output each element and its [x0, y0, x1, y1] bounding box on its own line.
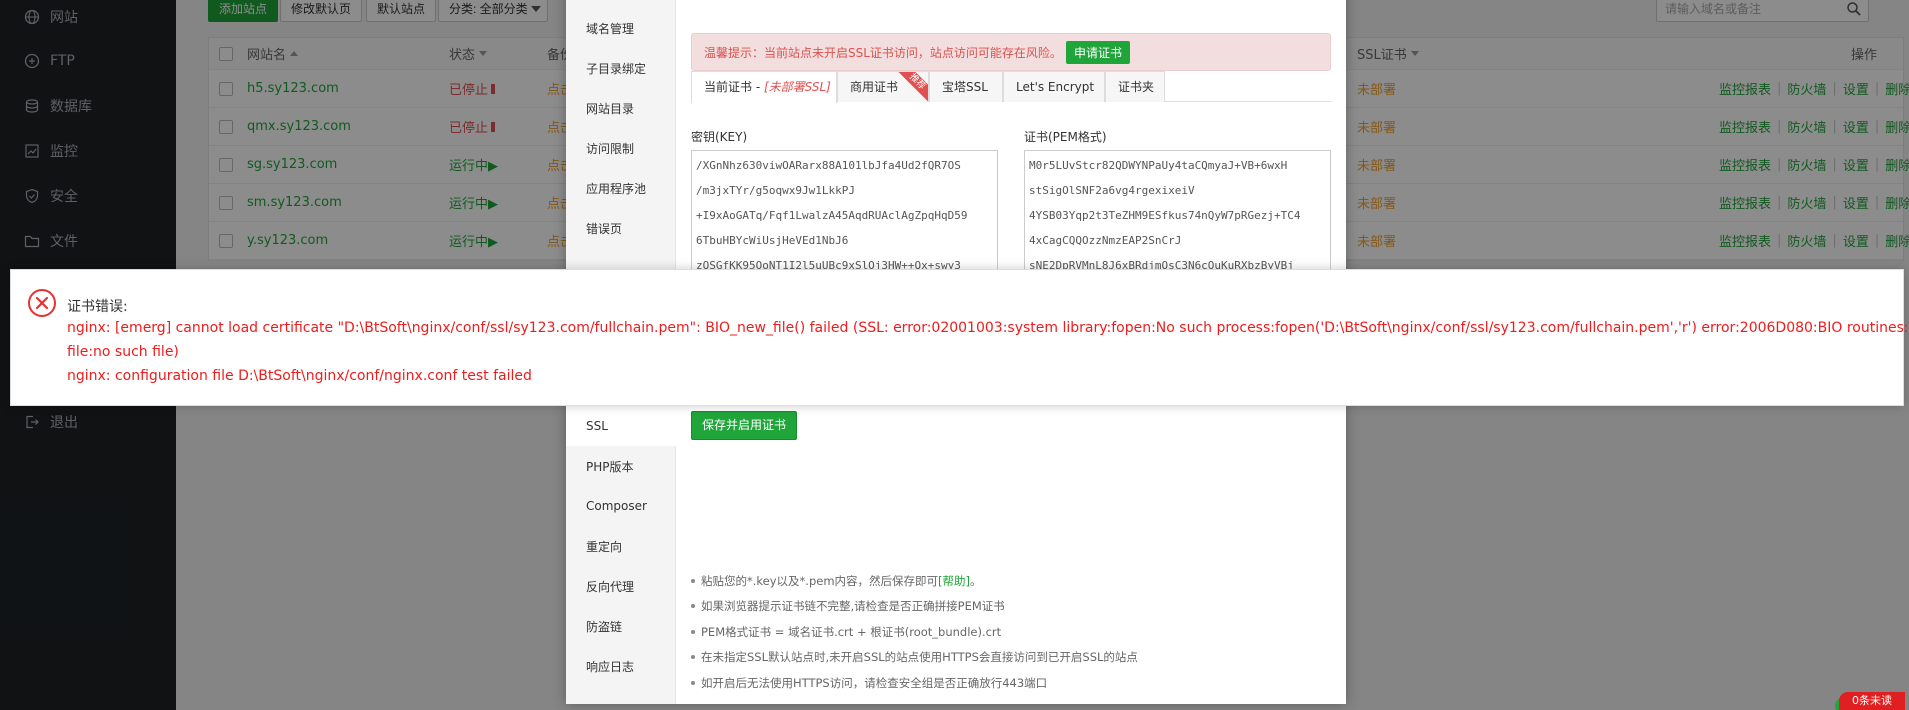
pem-label: 证书(PEM格式) [1024, 130, 1107, 144]
current-cert-status: [未部署SSL] [763, 80, 831, 94]
tab-cert-folder[interactable]: 证书夹 [1105, 71, 1165, 102]
tab-commercial-cert[interactable]: 商用证书 推荐 [837, 71, 929, 102]
help-list: 粘贴您的*.key以及*.pem内容，然后保存即可 [帮助]。如果浏览器提示证书链… [691, 568, 1331, 696]
help-item: PEM格式证书 = 域名证书.crt + 根证书(root_bundle).cr… [691, 619, 1331, 645]
pem-line: 4xCagCQQOzzNmzEAP2SnCrJ [1029, 234, 1182, 247]
cert-tabs: 当前证书 - [未部署SSL] 商用证书 推荐 宝塔SSL Let's Encr… [691, 71, 1331, 103]
key-line: +I9xAoGATq/Fqf1LwalzA45AqdRUAclAgZpqHqD5… [696, 209, 968, 222]
error-circle-x-icon [27, 288, 57, 318]
tab-letsencrypt[interactable]: Let's Encrypt [1003, 71, 1105, 102]
modal-menu-item-10[interactable]: 反向代理 [566, 566, 676, 606]
help-item: 如开启后无法使用HTTPS访问，请检查安全组是否正确放行443端口 [691, 670, 1331, 696]
pem-line: 4YSB03Yqp2t3TeZHM9ESfkus74nQyW7pRGezj+TC… [1029, 209, 1301, 222]
modal-menu-item-3[interactable]: 访问限制 [566, 128, 676, 168]
help-item: 在未指定SSL默认站点时,未开启SSL的站点使用HTTPS会直接访问到已开启SS… [691, 645, 1331, 671]
pem-line: stSigOlSNF2a6vg4rgexixeiV [1029, 184, 1195, 197]
help-link[interactable]: [帮助] [938, 573, 970, 589]
error-line-2: file:no such file) [67, 344, 179, 360]
unread-message-badge[interactable]: 0条未读 [1839, 692, 1905, 710]
error-line-3: nginx: configuration file D:\BtSoft\ngin… [67, 368, 532, 384]
bullet-icon [691, 604, 695, 609]
bullet-icon [691, 629, 695, 634]
pem-line: M0r5LUvStcr82QDWYNPaUy4taCQmyaJ+VB+6wxH [1029, 159, 1288, 172]
modal-menu-item-7[interactable]: PHP版本 [566, 446, 676, 486]
error-line-1: nginx: [emerg] cannot load certificate "… [67, 320, 1909, 336]
ssl-warning-tip: 温馨提示：当前站点未开启SSL证书访问，站点访问可能存在风险。 申请证书 [691, 33, 1331, 71]
modal-menu-item-5[interactable]: 错误页 [566, 208, 676, 248]
key-label: 密钥(KEY) [691, 130, 748, 144]
key-line: /m3jxTYr/g5oqwx9Jw1LkkPJ [696, 184, 855, 197]
bullet-icon [691, 680, 695, 685]
apply-cert-button[interactable]: 申请证书 [1065, 40, 1130, 64]
modal-menu-item-6[interactable]: SSL [566, 406, 676, 446]
modal-menu-item-8[interactable]: Composer [566, 486, 676, 526]
key-line: /XGnNhz630viwOARarx88A101lbJfa4Ud2fQR7OS [696, 159, 961, 172]
modal-menu-item-11[interactable]: 防盗链 [566, 606, 676, 646]
ssl-warning-text: 温馨提示：当前站点未开启SSL证书访问，站点访问可能存在风险。 [704, 45, 1062, 60]
modal-menu-item-12[interactable]: 响应日志 [566, 646, 676, 686]
cert-error-dialog: 证书错误: nginx: [emerg] cannot load certifi… [10, 269, 1909, 406]
modal-menu-item-0[interactable]: 域名管理 [566, 8, 676, 48]
modal-menu-item-2[interactable]: 网站目录 [566, 88, 676, 128]
bullet-icon [691, 655, 695, 660]
error-title: 证书错误: [67, 299, 128, 315]
modal-menu-item-4[interactable]: 应用程序池 [566, 168, 676, 208]
modal-menu-item-1[interactable]: 子目录绑定 [566, 48, 676, 88]
help-item: 如果浏览器提示证书链不完整,请检查是否正确拼接PEM证书 [691, 594, 1331, 620]
tab-current-cert[interactable]: 当前证书 - [未部署SSL] [691, 71, 837, 103]
save-enable-cert-button[interactable]: 保存并启用证书 [691, 411, 798, 440]
bullet-icon [691, 578, 695, 583]
help-item: 粘贴您的*.key以及*.pem内容，然后保存即可 [帮助]。 [691, 568, 1331, 594]
tab-baota-ssl[interactable]: 宝塔SSL [929, 71, 1003, 102]
key-line: 6TbuHBYcWiUsjHeVEd1NbJ6 [696, 234, 849, 247]
recommend-ribbon: 推荐 [895, 72, 928, 102]
modal-menu-item-9[interactable]: 重定向 [566, 526, 676, 566]
